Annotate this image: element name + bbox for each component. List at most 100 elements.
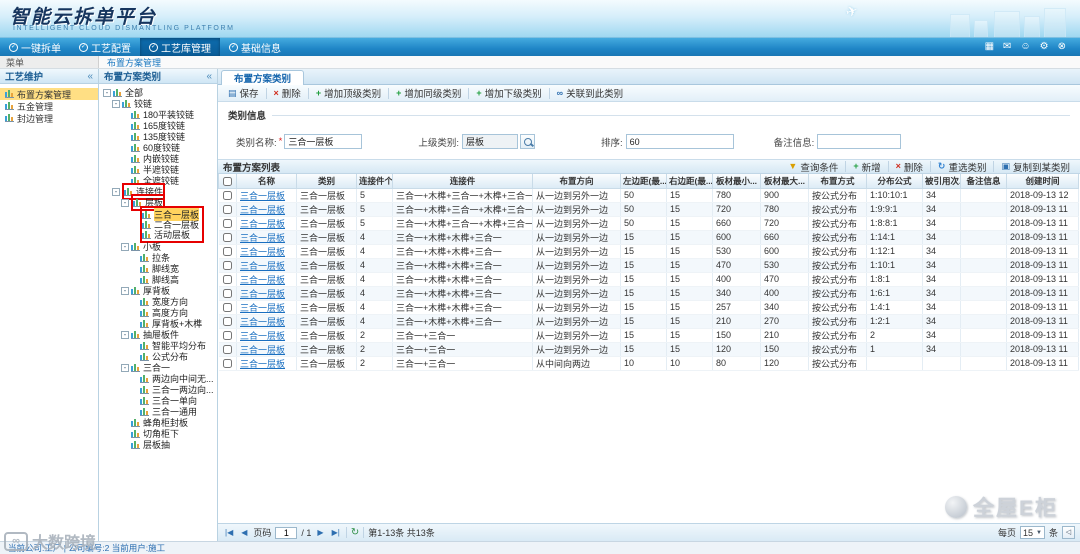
message-icon[interactable]: ✉ [1003,42,1011,52]
nav-tab-4[interactable]: ✓ 基础信息 [220,38,290,56]
row-checkbox[interactable] [222,205,232,215]
table-cell: 1:14:1 [866,230,923,245]
tree-expander-icon[interactable]: - [121,330,129,339]
tree-node[interactable]: - 全部 [99,87,217,98]
sidebar-item[interactable]: 封边管理 [0,112,98,124]
button-link-6[interactable]: ∞ 关联到此类别 [552,86,628,100]
table-row[interactable]: 三合一层板 三合一层板 4 三合一+木榫+木榫+三合一 从一边到另外一边 15 15 340 4… [218,286,1079,301]
note-input[interactable] [817,134,902,149]
table-row[interactable]: 三合一层板 三合一层板 5 三合一+木榫+三合一+木榫+三合一 从一边到另外一边 50 15… [218,216,1079,231]
row-checkbox[interactable] [222,275,232,285]
table-row[interactable]: 三合一层板 三合一层板 5 三合一+木榫+三合一+木榫+三合一 从一边到另外一边 50 15… [218,202,1079,217]
tree-collapse-icon[interactable]: « [206,71,212,82]
plan-name-link[interactable]: 三合一层板 [236,314,297,329]
gear-icon[interactable]: ⚙ [1040,42,1049,52]
table-row[interactable]: 三合一层板 三合一层板 4 三合一+木榫+木榫+三合一 从一边到另外一边 15 15 257 3… [218,300,1079,315]
table-row[interactable]: 三合一层板 三合一层板 4 三合一+木榫+木榫+三合一 从一边到另外一边 15 15 530 6… [218,244,1079,259]
button-filter-1[interactable]: ▼ 查询条件 [783,160,843,174]
plan-name-link[interactable]: 三合一层板 [236,244,297,259]
column-header: 布置方式 [808,174,867,189]
per-page-select[interactable]: 15 ▼ [1020,526,1045,539]
city-graphic [870,6,1080,37]
refresh-icon[interactable]: ↻ [351,527,359,538]
row-checkbox[interactable] [222,317,232,327]
row-checkbox[interactable] [222,191,232,201]
plan-name-link[interactable]: 三合一层板 [236,202,297,217]
table-row[interactable]: 三合一层板 三合一层板 2 三合一+三合一 从一边到另外一边 15 15 150 210 按公式分… [218,328,1079,343]
table-row[interactable]: 三合一层板 三合一层板 4 三合一+木榫+木榫+三合一 从一边到另外一边 15 15 400 4… [218,272,1079,287]
plan-name-link[interactable]: 三合一层板 [236,188,297,203]
table-cell: 按公式分布 [808,328,867,343]
table-row[interactable]: 三合一层板 三合一层板 4 三合一+木榫+木榫+三合一 从一边到另外一边 15 15 470 5… [218,258,1079,273]
table-row[interactable]: 三合一层板 三合一层板 2 三合一+三合一 从中间向两边 10 10 80 120 按公式分布 20… [218,356,1079,371]
breadcrumb[interactable]: 布置方案管理 [99,56,161,68]
prev-page-button[interactable]: ◀ [239,528,249,537]
sidebar-item[interactable]: 布置方案管理 [0,88,98,100]
tree-expander-icon[interactable]: - [121,198,129,207]
plan-name-link[interactable]: 三合一层板 [236,272,297,287]
row-checkbox[interactable] [222,233,232,243]
plan-name-link[interactable]: 三合一层板 [236,258,297,273]
plan-list-header: 布置方案列表 ▼ 查询条件 + 新增 × 删除 ↻ 重选类别 ▣ 复制到某类别 [218,159,1080,174]
button-add-5[interactable]: + 增加下级类别 [471,86,546,100]
row-checkbox[interactable] [222,359,232,369]
first-page-button[interactable]: |◀ [223,528,235,537]
nav-tab-2[interactable]: ✓ 工艺配置 [70,38,140,56]
button-add-2[interactable]: + 新增 [848,160,885,174]
category-info-form: 类别信息 类别名称: * 上级类别: 排序: 备注信息: [218,102,1080,159]
button-delete-2[interactable]: × 删除 [269,86,306,100]
plan-name-link[interactable]: 三合一层板 [236,328,297,343]
select-all-checkbox[interactable] [223,176,232,186]
plan-name-link[interactable]: 三合一层板 [236,216,297,231]
lookup-magnifier-icon[interactable] [519,134,535,149]
table-cell: 从一边到另外一边 [532,286,621,301]
tree-expander-icon[interactable]: - [121,242,129,251]
tab-layout-category[interactable]: 布置方案类别 [221,70,305,85]
sort-input[interactable] [625,134,734,149]
button-copy-5[interactable]: ▣ 复制到某类别 [996,160,1075,174]
nav-tab-3[interactable]: ✓ 工艺库管理 [140,38,220,56]
row-checkbox[interactable] [222,331,232,341]
table-row[interactable]: 三合一层板 三合一层板 5 三合一+木榫+三合一+木榫+三合一 从一边到另外一边 50 15… [218,188,1079,203]
tree-expander-icon[interactable]: - [121,286,129,295]
tree-expander-icon[interactable]: - [103,88,111,97]
tree-node[interactable]: 层板抽 [99,439,217,450]
pagination-corner-icon[interactable]: ◁ [1062,526,1075,539]
plan-name-link[interactable]: 三合一层板 [236,356,297,371]
last-page-button[interactable]: ▶| [330,528,342,537]
plan-name-link[interactable]: 三合一层板 [236,230,297,245]
plan-name-link[interactable]: 三合一层板 [236,286,297,301]
row-checkbox[interactable] [222,303,232,313]
table-cell: 530 [712,244,761,259]
row-checkbox[interactable] [222,247,232,257]
tree-expander-icon[interactable]: - [121,363,129,372]
table-row[interactable]: 三合一层板 三合一层板 4 三合一+木榫+木榫+三合一 从一边到另外一边 15 15 600 6… [218,230,1079,245]
nav-tab-1[interactable]: ✓ 一键拆单 [0,38,70,56]
add-icon: + [396,87,402,98]
button-add-3[interactable]: + 增加顶级类别 [311,86,386,100]
tree-expander-icon[interactable]: - [112,99,120,108]
sidebar-item[interactable]: 五金管理 [0,100,98,112]
page-number-input[interactable] [275,526,298,539]
row-checkbox[interactable] [222,345,232,355]
next-page-button[interactable]: ▶ [315,528,325,537]
exit-icon[interactable]: ⊗ [1058,42,1066,52]
tree-expander-icon[interactable]: - [112,187,120,196]
sidebar-collapse-icon[interactable]: « [87,71,93,82]
button-delete-3[interactable]: × 删除 [891,160,928,174]
row-checkbox[interactable] [222,289,232,299]
category-name-input[interactable] [284,134,363,149]
button-add-4[interactable]: + 增加同级类别 [391,86,466,100]
plan-name-link[interactable]: 三合一层板 [236,300,297,315]
table-cell: 470 [712,258,761,273]
row-checkbox[interactable] [222,219,232,229]
parent-category-input[interactable] [461,134,518,149]
button-reselect-4[interactable]: ↻ 重选类别 [933,160,992,174]
table-row[interactable]: 三合一层板 三合一层板 2 三合一+三合一 从一边到另外一边 15 15 120 150 按公式分… [218,342,1079,357]
button-save-1[interactable]: ▤ 保存 [223,86,264,100]
user-icon[interactable]: ☺ [1020,42,1030,52]
plan-name-link[interactable]: 三合一层板 [236,342,297,357]
row-checkbox[interactable] [222,261,232,271]
table-row[interactable]: 三合一层板 三合一层板 4 三合一+木榫+木榫+三合一 从一边到另外一边 15 15 210 2… [218,314,1079,329]
grid-icon[interactable]: ▦ [985,42,994,52]
